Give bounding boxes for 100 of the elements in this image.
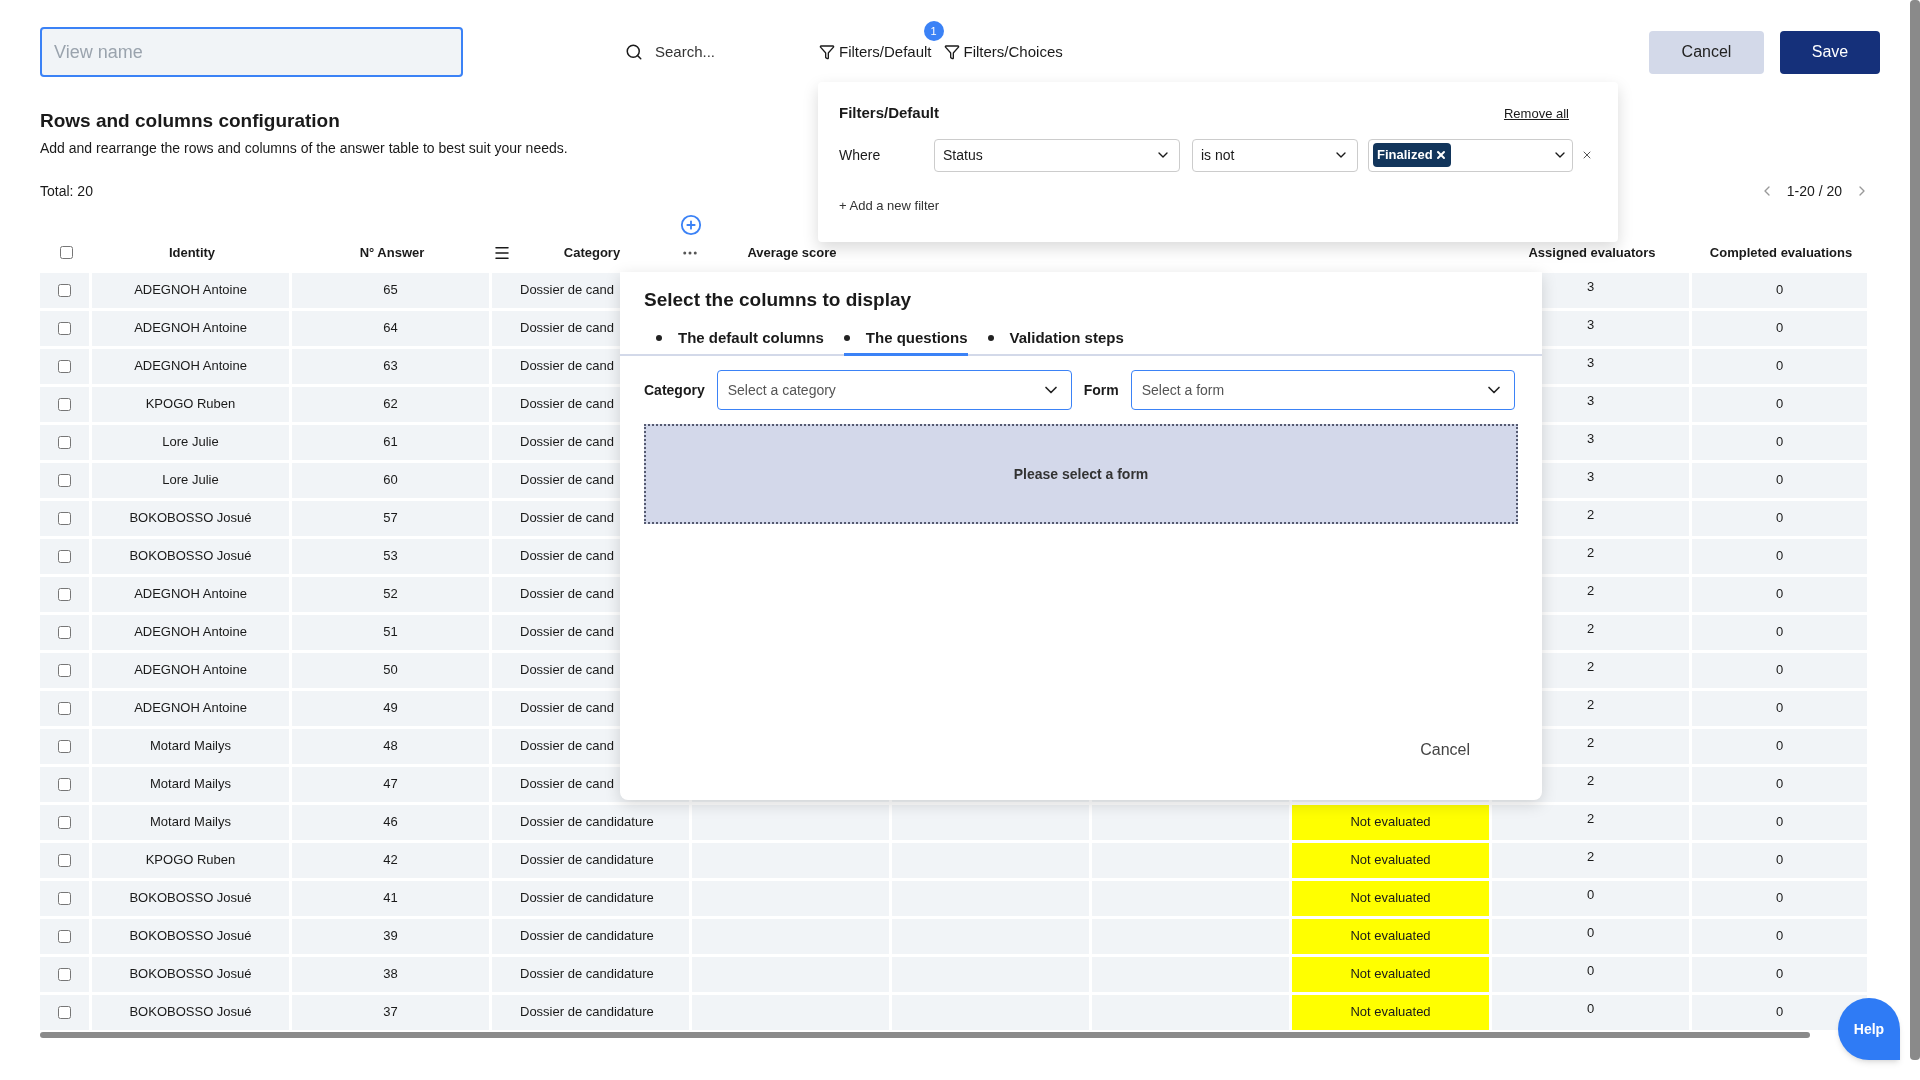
row-checkbox[interactable] xyxy=(58,929,71,943)
select-all-checkbox[interactable] xyxy=(59,246,73,259)
table-cell-text: 39 xyxy=(383,927,398,946)
row-checkbox[interactable] xyxy=(58,435,71,449)
table-cell-text: 2 xyxy=(1586,619,1595,638)
field-select[interactable]: Status xyxy=(934,138,1180,172)
dialog-tab[interactable]: The questions xyxy=(843,326,968,356)
table-cell-text: Dossier de cand xyxy=(520,585,614,604)
table-cell-text: 62 xyxy=(383,395,398,414)
table-cell-text: 0 xyxy=(1775,1003,1784,1022)
row-checkbox[interactable] xyxy=(58,549,71,563)
table-cell-text: Dossier de candidature xyxy=(520,1003,654,1022)
row-checkbox[interactable] xyxy=(58,853,71,867)
table-cell-text: KPOGO Ruben xyxy=(145,395,236,414)
section-description: Add and rearrange the rows and columns of the answer table to best suit your needs. xyxy=(40,138,568,158)
row-checkbox[interactable] xyxy=(58,891,71,905)
row-checkbox[interactable] xyxy=(58,739,71,753)
cancel-button[interactable]: Cancel xyxy=(1649,30,1764,74)
value-chip[interactable]: Finalized xyxy=(1373,143,1451,167)
row-checkbox[interactable] xyxy=(58,777,71,791)
table-cell-text: Dossier de cand xyxy=(520,775,614,794)
column-header: N° Answer xyxy=(359,243,425,262)
cancel-button[interactable]: Cancel xyxy=(1408,734,1482,766)
table-cell-text: Dossier de candidature xyxy=(520,927,654,946)
remove-icon[interactable] xyxy=(1434,149,1447,161)
table-cell-text: 0 xyxy=(1775,471,1784,490)
row-checkbox[interactable] xyxy=(58,663,71,677)
table-cell-text: 0 xyxy=(1586,885,1595,904)
table-cell-text: Dossier de candidature xyxy=(520,889,654,908)
row-checkbox[interactable] xyxy=(58,967,71,981)
dialog-title: Select the columns to display xyxy=(643,288,913,312)
table-cell-text: Lore Julie xyxy=(162,471,219,490)
table-cell-text: 2 xyxy=(1586,581,1595,600)
row-checkbox[interactable] xyxy=(58,397,71,411)
status-cell-text: Not evaluated xyxy=(1350,1003,1431,1022)
status-cell-text: Not evaluated xyxy=(1350,889,1431,908)
bullet-icon xyxy=(656,334,662,341)
table-cell-text: Dossier de cand xyxy=(520,319,614,338)
filter-button[interactable]: Filters/Default xyxy=(819,40,932,64)
table-cell-text: BOKOBOSSO Josué xyxy=(129,509,252,528)
table-cell-text: 64 xyxy=(383,319,398,338)
column-header: Category xyxy=(563,243,621,262)
search-field[interactable]: Search... xyxy=(655,40,795,64)
remove-all-link[interactable]: Remove all xyxy=(1503,103,1569,123)
help-button[interactable]: Help xyxy=(1838,998,1900,1060)
row-checkbox[interactable] xyxy=(58,701,71,715)
value-select[interactable]: Finalized xyxy=(1368,138,1573,172)
table-cell-text: KPOGO Ruben xyxy=(145,851,236,870)
table-cell-text: Dossier de cand xyxy=(520,661,614,680)
row-checkbox[interactable] xyxy=(58,511,71,525)
row-checkbox[interactable] xyxy=(58,321,71,335)
column-header: Assigned evaluators xyxy=(1528,243,1656,262)
table-cell-text: ADEGNOH Antoine xyxy=(134,661,247,680)
table-cell-text: 0 xyxy=(1775,813,1784,832)
horizontal-scrollbar[interactable] xyxy=(40,1031,1810,1038)
column-header: Identity xyxy=(168,243,216,262)
save-button[interactable]: Save xyxy=(1780,30,1880,74)
table-cell-text: ADEGNOH Antoine xyxy=(134,281,247,300)
table-cell-text: 2 xyxy=(1586,809,1595,828)
dialog-tab[interactable]: Validation steps xyxy=(987,326,1124,356)
table-cell-text: 0 xyxy=(1775,395,1784,414)
table-cell-text: Dossier de candidature xyxy=(520,851,654,870)
dialog-tab[interactable]: The default columns xyxy=(656,326,824,356)
row-checkbox[interactable] xyxy=(58,1005,71,1019)
filter-label: Where xyxy=(839,145,882,165)
select-field[interactable]: Select a form xyxy=(1130,370,1515,410)
table-cell-text: 3 xyxy=(1586,467,1595,486)
select-field[interactable]: Select a category xyxy=(716,370,1072,410)
table-cell-text: Motard Mailys xyxy=(150,737,231,756)
filter-button[interactable]: Filters/Choices xyxy=(943,40,1063,64)
row-checkbox[interactable] xyxy=(58,625,71,639)
empty-message: Please select a form xyxy=(1013,464,1149,484)
table-cell-text: 3 xyxy=(1586,315,1595,334)
table-cell-text: 0 xyxy=(1775,433,1784,452)
table-cell-text: 63 xyxy=(383,357,398,376)
operator-select[interactable]: is not xyxy=(1192,138,1358,172)
add-filter-button[interactable]: + Add a new filter xyxy=(839,195,940,215)
view-name-field[interactable]: View name xyxy=(40,27,463,77)
vertical-scrollbar[interactable] xyxy=(1910,0,1920,1060)
table-cell-text: 0 xyxy=(1775,547,1784,566)
close-icon[interactable] xyxy=(1581,149,1593,161)
row-checkbox[interactable] xyxy=(58,587,71,601)
table-cell-text: Motard Mailys xyxy=(150,775,231,794)
row-checkbox[interactable] xyxy=(58,359,71,373)
table-cell-text: 53 xyxy=(383,547,398,566)
table-cell-text: 0 xyxy=(1775,585,1784,604)
field-label: Category xyxy=(644,380,705,400)
table-cell-text: 0 xyxy=(1775,851,1784,870)
table-cell-text: 3 xyxy=(1586,391,1595,410)
add-column-icon[interactable] xyxy=(680,213,702,236)
table-cell-text: Dossier de cand xyxy=(520,395,614,414)
row-checkbox[interactable] xyxy=(58,473,71,487)
row-checkbox[interactable] xyxy=(58,815,71,829)
table-cell-text: 41 xyxy=(383,889,398,908)
table-cell-text: 0 xyxy=(1586,961,1595,980)
table-cell-text: 57 xyxy=(383,509,398,528)
filter-icon xyxy=(943,44,960,60)
table-cell-text: 42 xyxy=(383,851,398,870)
table-cell-text: 2 xyxy=(1586,543,1595,562)
row-checkbox[interactable] xyxy=(58,283,71,297)
